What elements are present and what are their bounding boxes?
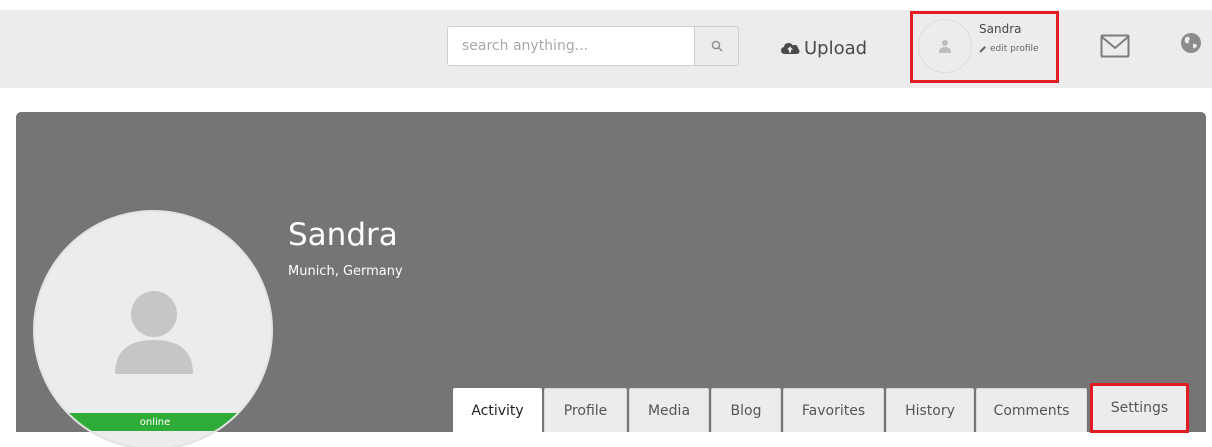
tab-label: Media [647,402,691,419]
tab-label: Favorites [801,402,866,419]
tab-comments[interactable]: Comments [976,388,1087,432]
user-avatar[interactable] [918,19,972,73]
tab-settings[interactable]: Settings [1090,383,1189,433]
tab-label: Comments [993,402,1070,419]
search-button[interactable] [694,26,739,66]
search-icon [711,40,722,52]
tab-label: Activity [471,402,524,419]
user-icon [939,40,951,53]
user-name[interactable]: Sandra [979,22,1021,36]
tab-history[interactable]: History [886,388,974,432]
profile-location: Munich, Germany [288,264,403,279]
pencil-icon [979,46,986,53]
tab-media[interactable]: Media [629,388,709,432]
tab-label: History [905,402,955,419]
tab-label: Profile [563,402,608,419]
upload-button[interactable]: Upload [780,34,867,62]
tab-profile[interactable]: Profile [544,388,627,432]
globe-icon[interactable] [1180,32,1202,54]
tab-label: Blog [730,402,762,419]
edit-profile-link[interactable]: edit profile [979,44,1039,54]
search-form [447,26,739,66]
user-menu[interactable]: Sandra edit profile [910,11,1059,83]
tab-label: Settings [1110,400,1169,416]
online-status-bar: online [35,413,271,431]
edit-profile-label: edit profile [990,44,1039,54]
profile-avatar[interactable]: online [33,210,273,447]
user-icon [115,291,193,374]
online-status-label: online [139,416,171,428]
top-bar: Upload Sandra edit profile [0,10,1212,88]
tab-activity[interactable]: Activity [453,388,542,432]
profile-name: Sandra [288,217,398,253]
upload-label: Upload [804,37,868,59]
mail-icon[interactable] [1100,34,1130,58]
cloud-upload-icon [781,43,800,54]
search-input[interactable] [447,26,695,66]
tab-blog[interactable]: Blog [711,388,781,432]
tab-favorites[interactable]: Favorites [783,388,884,432]
